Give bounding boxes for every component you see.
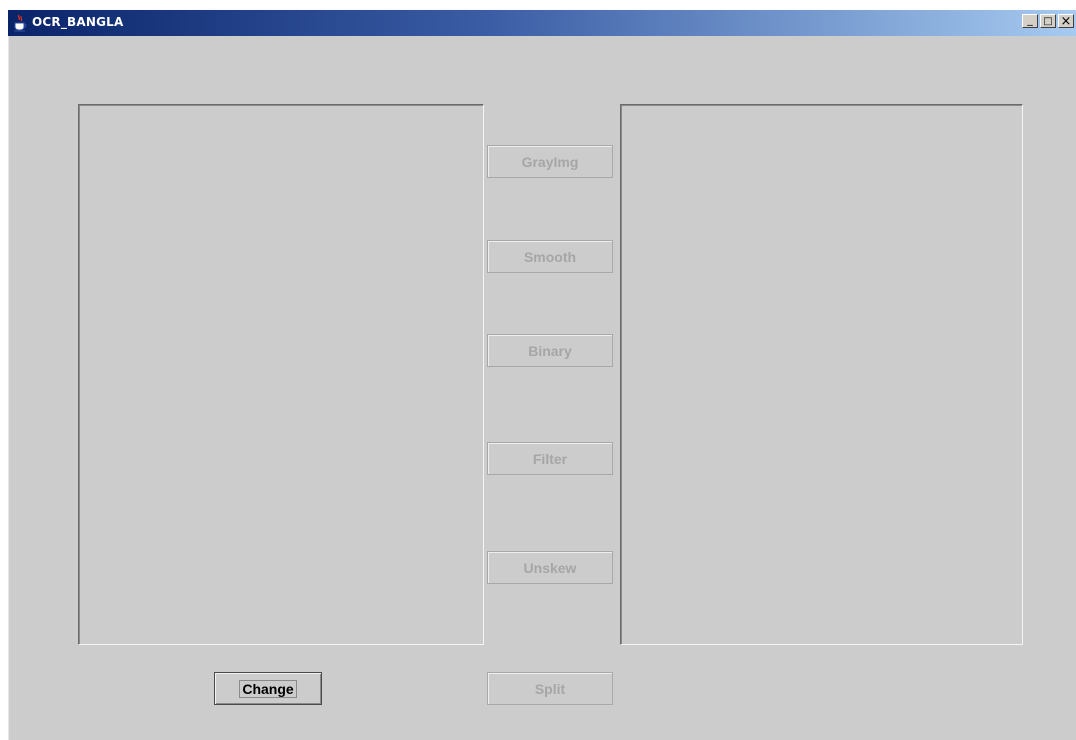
source-image-panel [78, 104, 484, 645]
window-title: OCR_BANGLA [32, 15, 124, 29]
java-app-icon [12, 14, 28, 32]
binary-button[interactable]: Binary [487, 334, 613, 367]
close-button[interactable]: × [1058, 14, 1074, 28]
change-button[interactable]: Change [214, 672, 322, 705]
filter-button[interactable]: Filter [487, 442, 613, 475]
close-icon: × [1060, 13, 1072, 29]
maximize-button[interactable]: □ [1040, 14, 1056, 28]
change-button-label: Change [239, 679, 297, 698]
minimize-button[interactable]: _ [1022, 14, 1038, 28]
title-bar[interactable]: OCR_BANGLA _ □ × [8, 10, 1076, 36]
smooth-button[interactable]: Smooth [487, 240, 613, 273]
grayimg-button[interactable]: GrayImg [487, 145, 613, 178]
unskew-button[interactable]: Unskew [487, 551, 613, 584]
result-image-panel [620, 104, 1023, 645]
split-button[interactable]: Split [487, 672, 613, 705]
maximize-icon: □ [1043, 15, 1053, 27]
window-controls: _ □ × [1022, 14, 1074, 30]
minimize-icon: _ [1027, 13, 1033, 26]
